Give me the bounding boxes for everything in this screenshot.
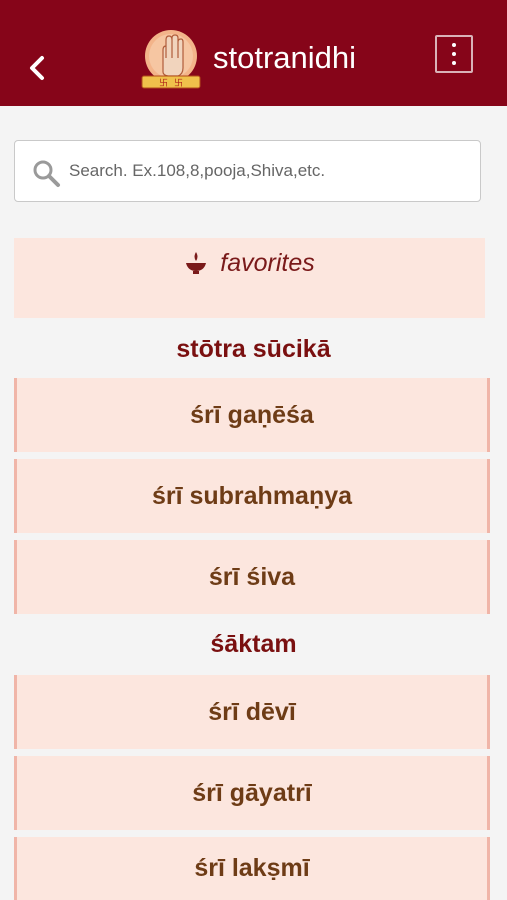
section-title-stotra-sucika: stōtra sūcikā <box>176 335 331 363</box>
section-title-saktam: śāktam <box>210 630 297 658</box>
app-logo: 卐 卐 <box>141 30 201 89</box>
list-item-ganesha[interactable]: śrī gaṇēśa <box>14 378 490 452</box>
list-item-label: śrī gāyatrī <box>192 778 312 807</box>
search-icon <box>33 160 60 187</box>
list-item-label: śrī gaṇēśa <box>190 400 314 429</box>
back-button[interactable] <box>22 50 54 86</box>
list-item-label: śrī śiva <box>208 562 296 591</box>
overflow-menu-button[interactable] <box>435 35 473 73</box>
list-item-label: śrī subrahmaṇya <box>151 481 353 510</box>
app-bar: 卐 卐 stotranidhi <box>0 0 507 106</box>
list-item-shiva[interactable]: śrī śiva <box>14 540 490 614</box>
list-item-lakshmi[interactable]: śrī lakṣmī <box>14 837 490 900</box>
search-box[interactable] <box>14 140 481 202</box>
list-item-devi[interactable]: śrī dēvī <box>14 675 490 749</box>
list-item-label: śrī lakṣmī <box>194 854 310 882</box>
favorites-button[interactable]: favorites <box>14 238 485 318</box>
svg-text:卐: 卐 <box>174 78 183 89</box>
list-item-gayatri[interactable]: śrī gāyatrī <box>14 756 490 830</box>
chevron-left-icon <box>30 56 44 80</box>
app-title: stotranidhi <box>213 40 357 75</box>
favorites-label: favorites <box>220 248 315 277</box>
svg-text:卐: 卐 <box>159 78 168 89</box>
list-item-label: śrī dēvī <box>208 697 296 726</box>
search-input[interactable] <box>69 141 469 201</box>
list-item-subrahmanya[interactable]: śrī subrahmaṇya <box>14 459 490 533</box>
more-vertical-icon <box>452 43 456 47</box>
diya-lamp-icon <box>186 252 207 274</box>
